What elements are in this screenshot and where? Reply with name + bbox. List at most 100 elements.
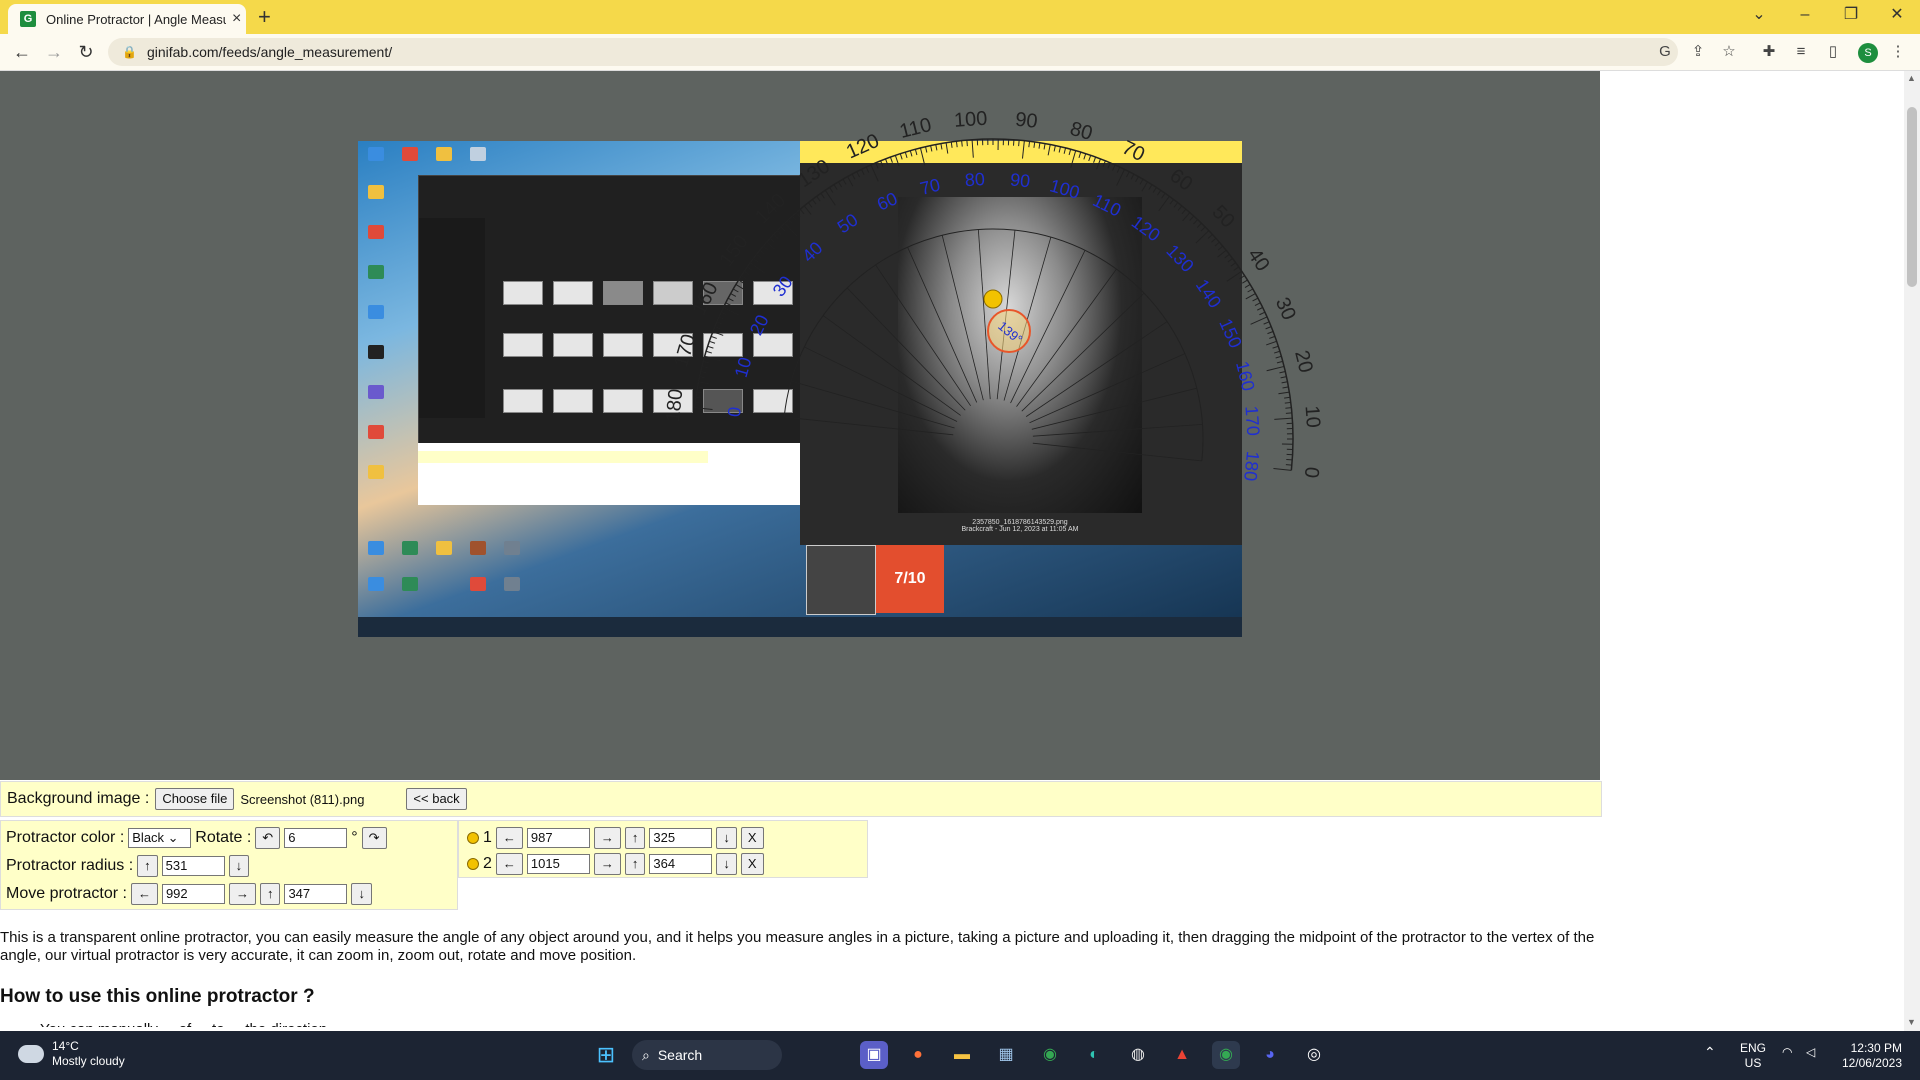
- obs-icon[interactable]: ◎: [1300, 1041, 1328, 1069]
- wifi-icon[interactable]: ◠: [1782, 1045, 1792, 1060]
- point-2-left-button[interactable]: ←: [495, 853, 523, 875]
- cut-off-text: You can manually ... of ... to ... the d…: [40, 1021, 327, 1027]
- vertex-pin-1[interactable]: [983, 289, 1003, 309]
- point-1-left-button[interactable]: ←: [495, 827, 523, 849]
- chrome-icon[interactable]: ◉: [1036, 1041, 1064, 1069]
- move-right-button[interactable]: →: [228, 883, 256, 905]
- protractor-stage[interactable]: 2357850_1618786143529.png Brackcraft - J…: [0, 71, 1600, 780]
- point-1-right-button[interactable]: →: [593, 827, 621, 849]
- back-button[interactable]: << back: [406, 788, 467, 810]
- point-2-y-input[interactable]: 364: [649, 854, 713, 874]
- close-window-button[interactable]: ✕: [1874, 0, 1920, 30]
- firefox-icon[interactable]: ●: [904, 1041, 932, 1069]
- choose-file-button[interactable]: Choose file: [155, 788, 235, 810]
- protractor-tick: [935, 144, 938, 151]
- protractor-tick: [919, 147, 926, 166]
- minimize-button[interactable]: –: [1782, 0, 1828, 30]
- drive-icon[interactable]: ▲: [1168, 1041, 1196, 1069]
- protractor-color-select[interactable]: Black ⌄: [128, 828, 192, 848]
- protractor-ray: [1029, 353, 1186, 424]
- protractor-ray: [941, 235, 984, 401]
- side-panel-icon[interactable]: ▯: [1823, 42, 1843, 62]
- restore-button[interactable]: ❐: [1828, 0, 1874, 30]
- bookmark-star-icon[interactable]: ☆: [1719, 42, 1739, 62]
- move-row: Move protractor : ← 992 → ↑ 347 ↓: [6, 883, 372, 905]
- point-2-remove-button[interactable]: X: [740, 853, 764, 875]
- google-lens-icon[interactable]: G: [1655, 42, 1675, 62]
- protractor-tick: [909, 150, 913, 157]
- point-1-down-button[interactable]: ↓: [716, 827, 737, 849]
- move-x-input[interactable]: 992: [161, 884, 225, 904]
- outer-scale-label: 30: [1271, 294, 1300, 323]
- move-left-button[interactable]: ←: [130, 883, 158, 905]
- photos-icon[interactable]: ▦: [992, 1041, 1020, 1069]
- teams-icon[interactable]: ▣: [860, 1041, 888, 1069]
- rotate-ccw-button[interactable]: ↶: [255, 827, 281, 849]
- chrome-active-icon[interactable]: ◉: [1212, 1041, 1240, 1069]
- point-2-right-button[interactable]: →: [593, 853, 621, 875]
- file-explorer-icon[interactable]: ▬: [948, 1041, 976, 1069]
- rotate-cw-button[interactable]: ↷: [361, 827, 387, 849]
- protractor-tick: [816, 196, 821, 202]
- clock[interactable]: 12:30 PM 12/06/2023: [1838, 1041, 1902, 1071]
- move-up-button[interactable]: ↑: [259, 883, 281, 905]
- point-1-label: 1: [483, 829, 492, 846]
- point-2-down-button[interactable]: ↓: [716, 853, 737, 875]
- protractor-tick: [889, 156, 893, 163]
- windows-start-icon[interactable]: ⊞: [592, 1041, 620, 1069]
- protractor-tick: [1266, 340, 1277, 346]
- media-queue-icon[interactable]: ≡: [1791, 42, 1811, 62]
- language-indicator[interactable]: ENG US: [1740, 1041, 1766, 1071]
- protractor-tick: [1266, 365, 1285, 372]
- protractor-overlay[interactable]: 180170160150140130120110 100 90 80706050403…: [0, 71, 1600, 780]
- address-bar[interactable]: 🔒 ginifab.com/feeds/angle_measurement/: [108, 38, 1678, 66]
- point-2-up-button[interactable]: ↑: [624, 853, 646, 875]
- protractor-ray: [1031, 387, 1197, 430]
- scrollbar-thumb[interactable]: [1907, 107, 1917, 287]
- scroll-up-icon[interactable]: ▲: [1907, 73, 1916, 83]
- point-1-y-input[interactable]: 325: [649, 828, 713, 848]
- tab-close-icon[interactable]: ×: [232, 10, 241, 28]
- tab-protractor[interactable]: G Online Protractor | Angle Measur ×: [8, 4, 246, 34]
- protractor-tick: [1096, 158, 1101, 170]
- meet-icon[interactable]: ◐: [1080, 1041, 1108, 1069]
- radius-down-button[interactable]: ↓: [228, 855, 250, 877]
- protractor-tick: [838, 181, 843, 188]
- move-y-input[interactable]: 347: [284, 884, 348, 904]
- discord-icon[interactable]: ◕: [1256, 1041, 1284, 1069]
- radius-up-button[interactable]: ↑: [137, 855, 158, 877]
- point-2-x-input[interactable]: 1015: [526, 854, 590, 874]
- profile-avatar[interactable]: S: [1858, 43, 1878, 63]
- tab-search-chevron-icon[interactable]: ⌄: [1736, 0, 1782, 30]
- protractor-ray: [977, 229, 991, 400]
- inner-scale-label: 20: [746, 312, 773, 339]
- app-icon[interactable]: ◍: [1124, 1041, 1152, 1069]
- volume-icon[interactable]: ◁: [1806, 1045, 1815, 1060]
- protractor-tick: [1275, 355, 1282, 359]
- weather-widget[interactable]: 14°C Mostly cloudy: [18, 1039, 125, 1069]
- point-2-label: 2: [483, 855, 492, 872]
- extensions-icon[interactable]: ✚: [1759, 42, 1779, 62]
- scroll-down-icon[interactable]: ▼: [1907, 1017, 1916, 1027]
- taskbar-search[interactable]: ⌕ Search: [632, 1040, 782, 1070]
- rotate-input[interactable]: 6: [284, 828, 348, 848]
- protractor-tick: [788, 219, 793, 225]
- protractor-tick: [791, 215, 797, 221]
- point-1-x-input[interactable]: 987: [526, 828, 590, 848]
- protractor-tick: [1284, 396, 1291, 399]
- back-arrow-icon[interactable]: ←: [10, 40, 34, 64]
- protractor-tick: [703, 360, 710, 364]
- new-tab-button[interactable]: +: [258, 4, 271, 30]
- page-scrollbar[interactable]: ▲ ▼: [1904, 71, 1920, 1031]
- point-1-remove-button[interactable]: X: [740, 827, 764, 849]
- radius-input[interactable]: 531: [161, 856, 225, 876]
- protractor-tick: [1200, 226, 1206, 232]
- point-1-up-button[interactable]: ↑: [624, 827, 646, 849]
- tray-chevron-icon[interactable]: ⌃: [1704, 1045, 1716, 1060]
- kebab-menu-icon[interactable]: ⋮: [1888, 42, 1908, 62]
- reload-icon[interactable]: ↻: [74, 40, 98, 64]
- move-down-button[interactable]: ↓: [351, 883, 372, 905]
- forward-arrow-icon[interactable]: →: [42, 40, 66, 64]
- protractor-tick: [1224, 253, 1230, 259]
- share-icon[interactable]: ⇪: [1688, 42, 1708, 62]
